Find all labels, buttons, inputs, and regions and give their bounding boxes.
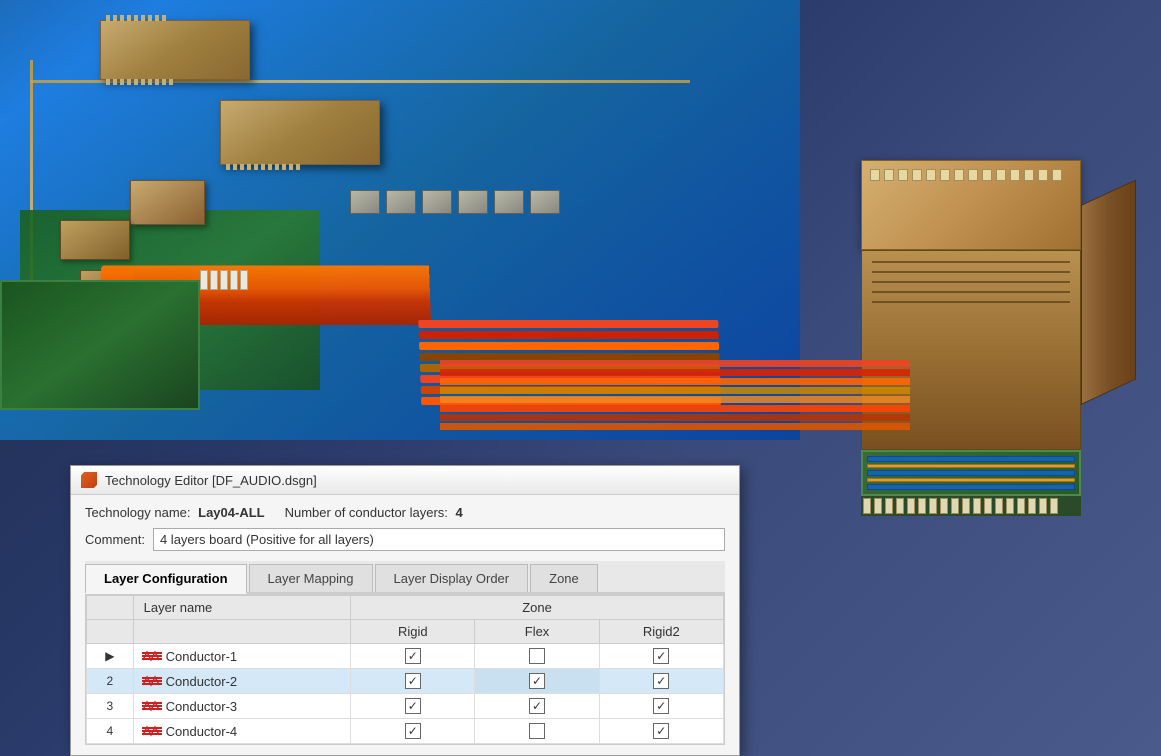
layer-icon (142, 699, 162, 713)
col-empty-1 (87, 620, 134, 644)
tab-layer-configuration[interactable]: Layer Configuration (85, 564, 247, 594)
col-zone-header: Zone (351, 596, 724, 620)
tab-layer-mapping[interactable]: Layer Mapping (249, 564, 373, 592)
comment-input[interactable] (153, 528, 725, 551)
app-icon (81, 472, 97, 488)
checkbox-rigid2[interactable]: ✓ (599, 644, 723, 669)
layer-name-text: Conductor-3 (166, 699, 238, 714)
table-row: ▶ Conductor-1 ✓ ✓ (87, 644, 724, 669)
row-indicator: 3 (87, 694, 134, 719)
checkbox-rigid2[interactable]: ✓ (599, 719, 723, 744)
checkbox-rigid2[interactable]: ✓ (599, 694, 723, 719)
layer-icon (142, 649, 162, 663)
ic-chip-1 (100, 20, 250, 80)
col-rigid: Rigid (351, 620, 475, 644)
row-indicator: 4 (87, 719, 134, 744)
comment-row: Comment: (85, 528, 725, 551)
checkbox-flex[interactable] (475, 644, 599, 669)
technology-value: Lay04-ALL (198, 505, 264, 520)
component-side-face (1081, 179, 1136, 405)
checkbox-flex[interactable]: ✓ (475, 694, 599, 719)
component-bottom-connectors (861, 450, 1081, 496)
conductor-value: 4 (456, 505, 463, 520)
checkbox-rigid[interactable]: ✓ (351, 719, 475, 744)
layer-name-cell: Conductor-2 (133, 669, 351, 694)
component-top-face (861, 160, 1081, 250)
info-row: Technology name: Lay04-ALL Number of con… (85, 505, 725, 520)
table-row: 3 Conductor-3 ✓ ✓ ✓ (87, 694, 724, 719)
3d-component-right (861, 160, 1081, 540)
col-empty-2 (133, 620, 351, 644)
layer-name-text: Conductor-1 (166, 649, 238, 664)
layer-name-text: Conductor-4 (166, 724, 238, 739)
ic-chip-3 (130, 180, 205, 225)
ic-chip-2 (220, 100, 380, 165)
conductor-info: Number of conductor layers: 4 (285, 505, 463, 520)
white-connectors (200, 270, 248, 290)
bottom-pins (861, 496, 1081, 516)
col-indicator (87, 596, 134, 620)
layer-name-cell: Conductor-4 (133, 719, 351, 744)
comment-label: Comment: (85, 532, 145, 547)
dialog-titlebar: Technology Editor [DF_AUDIO.dsgn] (71, 466, 739, 495)
checkbox-flex[interactable]: ✓ (475, 669, 599, 694)
col-flex: Flex (475, 620, 599, 644)
layer-name-cell: Conductor-1 (133, 644, 351, 669)
layer-icon (142, 674, 162, 688)
checkbox-rigid2[interactable]: ✓ (599, 669, 723, 694)
tab-layer-display-order[interactable]: Layer Display Order (375, 564, 529, 592)
tab-zone[interactable]: Zone (530, 564, 598, 592)
caps-row (350, 190, 560, 214)
ic-chip-4 (60, 220, 130, 260)
col-rigid2: Rigid2 (599, 620, 723, 644)
technology-editor-dialog: Technology Editor [DF_AUDIO.dsgn] Techno… (70, 465, 740, 756)
checkbox-flex[interactable] (475, 719, 599, 744)
green-area-bottom-left (0, 280, 200, 410)
dialog-title: Technology Editor [DF_AUDIO.dsgn] (105, 473, 317, 488)
checkbox-rigid[interactable]: ✓ (351, 644, 475, 669)
layer-name-text: Conductor-2 (166, 674, 238, 689)
col-layer-name: Layer name (133, 596, 351, 620)
table-row: 4 Conductor-4 ✓ ✓ (87, 719, 724, 744)
technology-label: Technology name: Lay04-ALL (85, 505, 265, 520)
layer-name-cell: Conductor-3 (133, 694, 351, 719)
checkbox-rigid[interactable]: ✓ (351, 669, 475, 694)
checkbox-rigid[interactable]: ✓ (351, 694, 475, 719)
ribbon-cable-right (440, 360, 910, 440)
row-indicator: ▶ (87, 644, 134, 669)
layer-icon (142, 724, 162, 738)
layer-table: Layer name Zone Rigid Flex Rigid2 ▶ (85, 594, 725, 745)
tabs-bar: Layer Configuration Layer Mapping Layer … (85, 561, 725, 594)
dialog-body: Technology name: Lay04-ALL Number of con… (71, 495, 739, 755)
row-indicator: 2 (87, 669, 134, 694)
table-row: 2 Conductor-2 ✓ ✓ ✓ (87, 669, 724, 694)
